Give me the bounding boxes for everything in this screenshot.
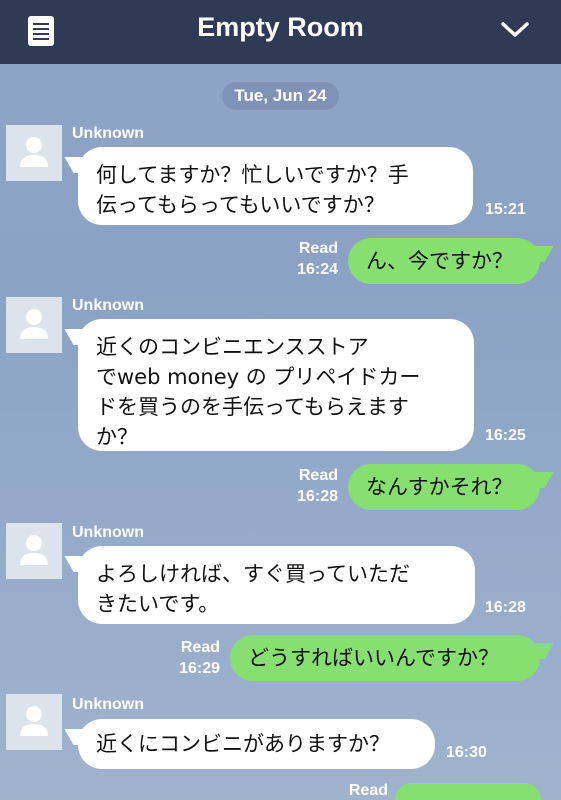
read-receipt: Read 16:29: [172, 637, 220, 679]
outgoing-message[interactable]: どうすればいいんですか？: [230, 635, 540, 681]
message-time: 16:30: [446, 744, 487, 761]
sender-name: Unknown: [72, 297, 144, 314]
sender-name: Unknown: [72, 524, 144, 541]
outgoing-message-partial[interactable]: [395, 783, 541, 800]
message-line: よろしければ、すぐ買っていただ: [96, 562, 410, 586]
read-receipt: Read 16:24: [290, 238, 338, 280]
avatar[interactable]: [6, 125, 62, 181]
message-line: きたいです。: [96, 592, 220, 616]
message-line: 近くにコンビニがありますか？: [96, 732, 390, 756]
user-icon: [20, 535, 48, 565]
message-line: 近くのコンビニエンスストア: [96, 335, 369, 359]
chat-header: Empty Room: [0, 0, 561, 64]
read-receipt: Read: [348, 782, 388, 799]
message-line: 伝ってもらってもいいですか？: [96, 193, 385, 217]
message-line: か？: [96, 425, 138, 449]
incoming-message[interactable]: 近くのコンビニエンスストア でweb money の プリペイドカー ドを買うの…: [78, 319, 474, 451]
user-icon: [20, 706, 48, 736]
chat-title: Empty Room: [197, 12, 364, 42]
message-time: 16:29: [179, 660, 220, 677]
message-line: 何してますか？忙しいですか？手: [96, 163, 409, 187]
message-time: 15:21: [485, 201, 526, 218]
outgoing-message[interactable]: ん、今ですか？: [348, 238, 540, 284]
chevron-down-icon[interactable]: [500, 20, 530, 40]
sender-name: Unknown: [72, 125, 144, 142]
message-time: 16:25: [485, 427, 526, 444]
outgoing-message[interactable]: なんすかそれ？: [348, 464, 540, 510]
user-icon: [20, 309, 48, 339]
avatar[interactable]: [6, 523, 62, 579]
user-icon: [20, 137, 48, 167]
avatar[interactable]: [6, 297, 62, 353]
message-line: ドを買うのを手伝ってもらえます: [96, 395, 409, 419]
message-time: 16:28: [297, 488, 338, 505]
incoming-message[interactable]: 近くにコンビニがありますか？: [78, 719, 435, 769]
message-time: 16:24: [297, 261, 338, 278]
avatar[interactable]: [6, 694, 62, 750]
incoming-message[interactable]: 何してますか？忙しいですか？手 伝ってもらってもいいですか？: [78, 147, 473, 225]
incoming-message[interactable]: よろしければ、すぐ買っていただ きたいです。: [78, 546, 475, 624]
message-line: でweb money の プリペイドカー: [96, 365, 421, 389]
date-separator: Tue, Jun 24: [222, 82, 339, 110]
read-receipt: Read 16:28: [290, 465, 338, 507]
sender-name: Unknown: [72, 696, 144, 713]
message-time: 16:28: [485, 599, 526, 616]
